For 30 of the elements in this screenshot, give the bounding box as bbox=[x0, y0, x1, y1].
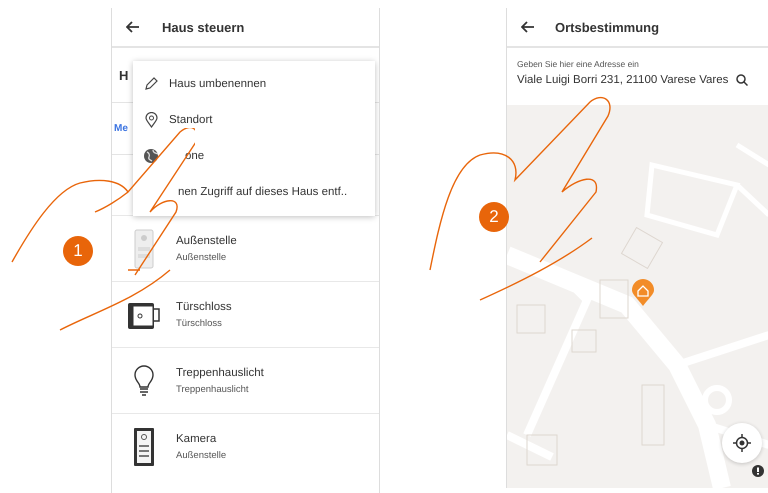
link[interactable]: Me bbox=[114, 123, 128, 134]
locate-icon bbox=[733, 434, 751, 452]
back-arrow-icon[interactable] bbox=[521, 21, 535, 33]
device-type: Treppenhauslicht bbox=[176, 384, 250, 394]
info-icon[interactable] bbox=[752, 465, 764, 477]
device-name[interactable]: Kamera bbox=[176, 432, 226, 444]
device-name[interactable]: Türschloss bbox=[176, 300, 232, 312]
menu-item[interactable]: Standort bbox=[133, 102, 375, 138]
device-name[interactable]: Treppenhauslicht bbox=[176, 366, 264, 378]
device-name[interactable]: Außenstelle bbox=[176, 234, 237, 246]
step-badge: 2 bbox=[479, 202, 509, 232]
device-type: Außenstelle bbox=[176, 252, 228, 262]
light-bulb-icon bbox=[134, 364, 154, 396]
home-name: H bbox=[119, 68, 128, 82]
intercom-panel-icon bbox=[134, 228, 154, 268]
screen-title: Ortsbestimmung bbox=[555, 20, 660, 34]
address-field[interactable]: Viale Luigi Borri 231, 21100 Varese Vares bbox=[517, 74, 728, 86]
menu-item[interactable]: nen Zugriff auf dieses Haus entf.. bbox=[133, 174, 375, 210]
intercom-camera-icon bbox=[133, 426, 155, 466]
back-arrow-icon[interactable] bbox=[126, 21, 140, 33]
menu-item[interactable]: Haus umbenennen bbox=[133, 66, 375, 102]
search-icon[interactable] bbox=[736, 74, 748, 86]
field-label: Geben Sie hier eine Adresse ein bbox=[517, 59, 640, 69]
location-pin-icon bbox=[144, 112, 158, 128]
step-badge: 1 bbox=[63, 236, 93, 266]
device-type: Außenstelle bbox=[176, 450, 226, 460]
device-type: Türschloss bbox=[176, 318, 223, 328]
screen-title: Haus steuern bbox=[162, 20, 244, 34]
globe-icon bbox=[143, 148, 159, 164]
pencil-icon bbox=[144, 77, 158, 91]
